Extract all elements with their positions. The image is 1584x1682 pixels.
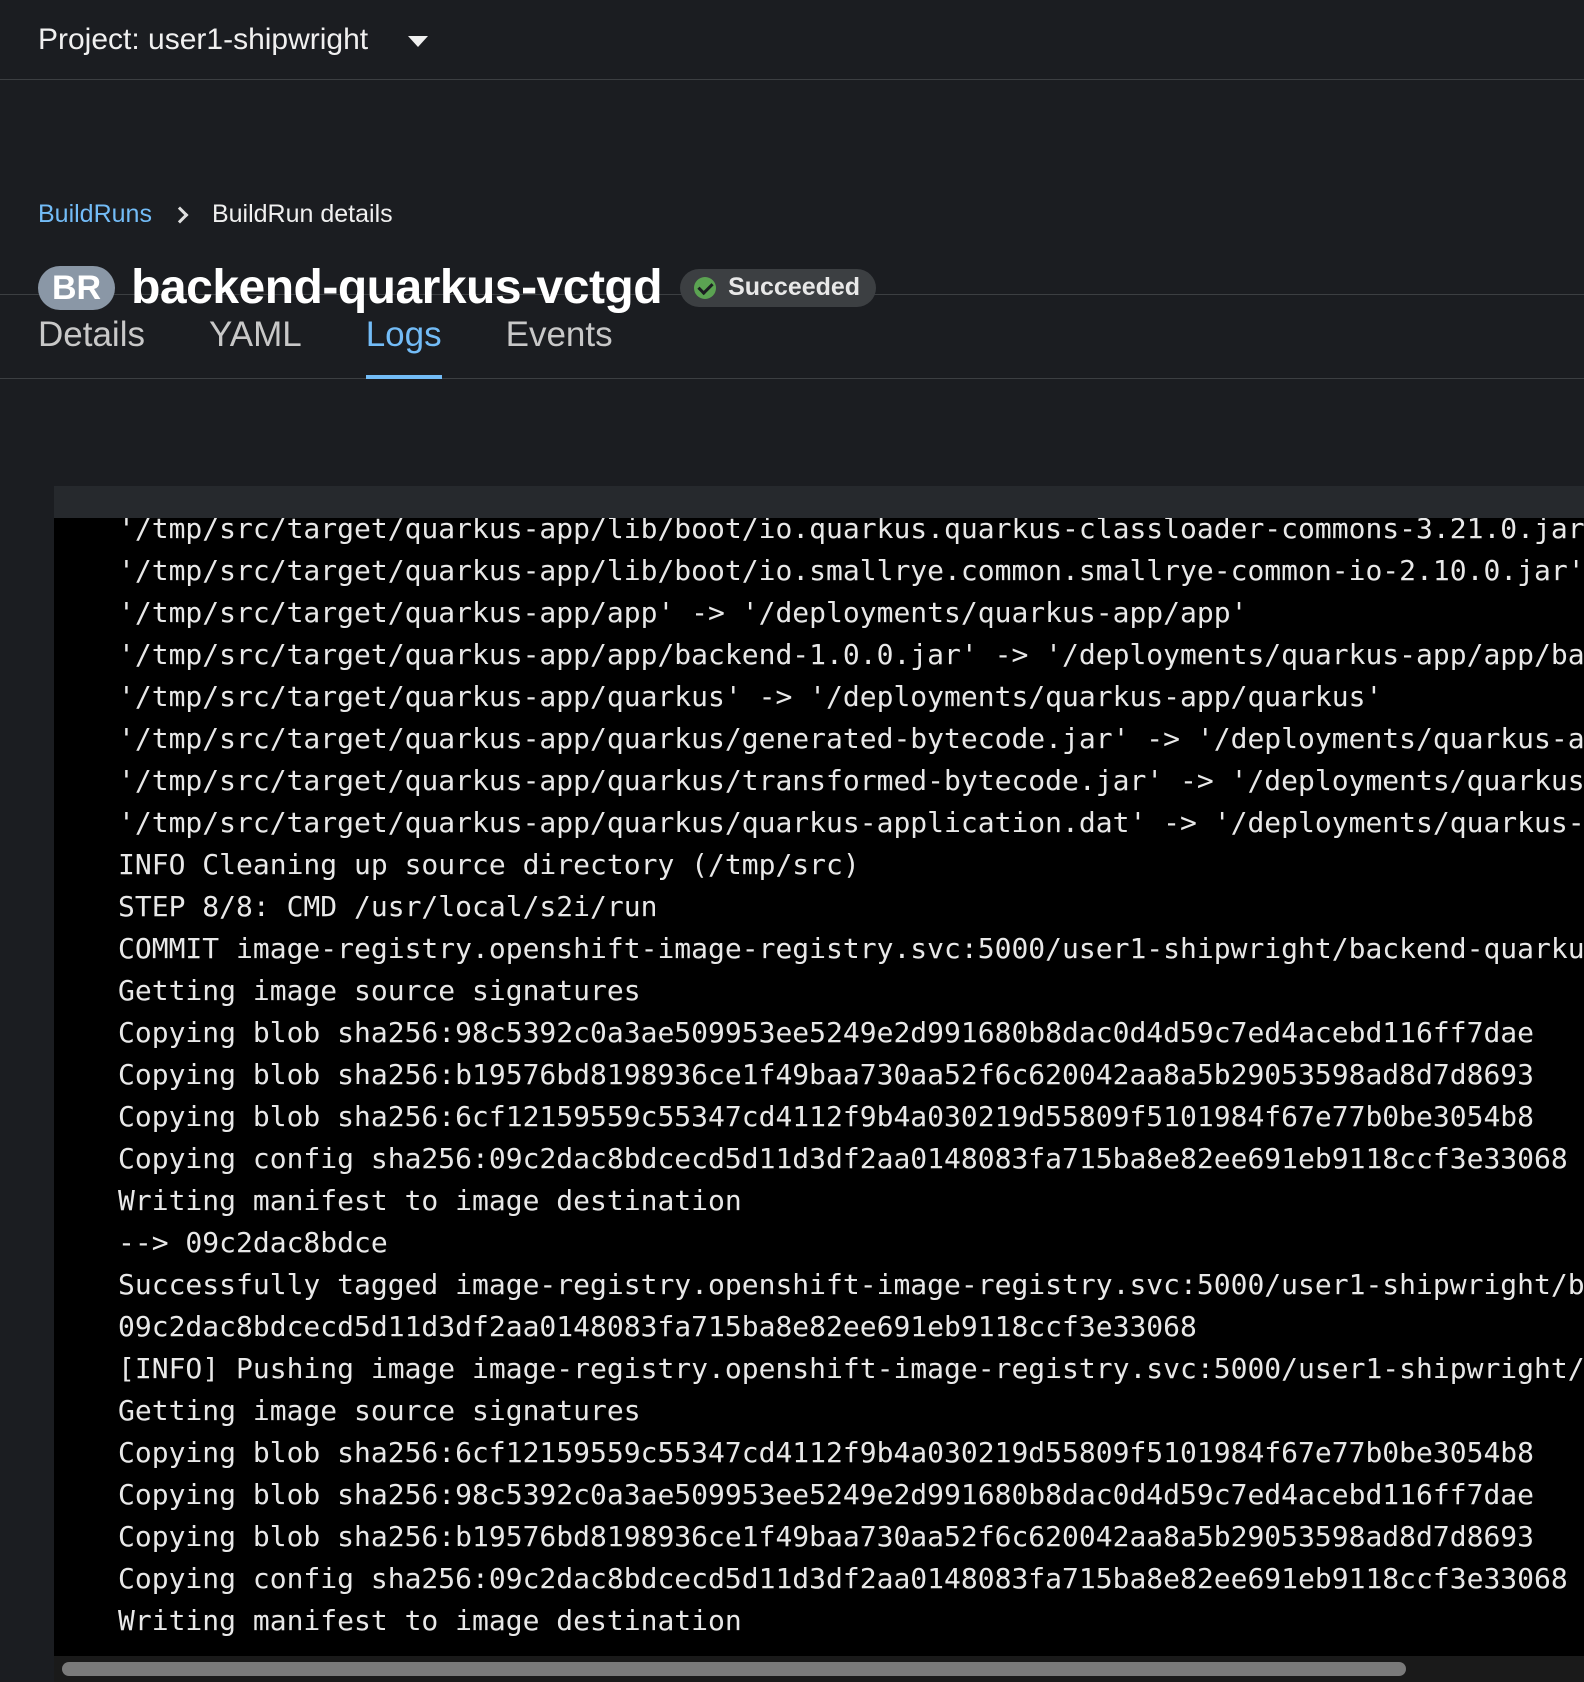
project-selector-label: Project: user1-shipwright [38, 22, 369, 56]
log-line: Copying blob sha256:98c5392c0a3ae509953e… [118, 1478, 1535, 1511]
log-line: '/tmp/src/target/quarkus-app/lib/boot/io… [118, 554, 1584, 587]
log-line: Getting image source signatures [118, 1394, 641, 1427]
log-line: Copying blob sha256:6cf12159559c55347cd4… [118, 1436, 1535, 1469]
log-line: '/tmp/src/target/quarkus-app/quarkus/tra… [118, 764, 1584, 797]
tab-details[interactable]: Details [38, 295, 145, 378]
title-row: BR backend-quarkus-vctgd Succeeded [38, 260, 877, 315]
log-line: '/tmp/src/target/quarkus-app/app/backend… [118, 638, 1584, 671]
log-line: Copying blob sha256:6cf12159559c55347cd4… [118, 1100, 1535, 1133]
log-toolbar [54, 486, 1584, 518]
breadcrumb-buildruns-link[interactable]: BuildRuns [38, 200, 152, 229]
log-line: --> 09c2dac8bdce [118, 1226, 388, 1259]
breadcrumb-current: BuildRun details [211, 200, 393, 228]
check-circle-icon [694, 276, 717, 299]
project-selector[interactable]: Project: user1-shipwright [0, 0, 1584, 80]
horizontal-scrollbar[interactable] [54, 1656, 1584, 1682]
tab-yaml[interactable]: YAML [209, 295, 302, 378]
log-line: Writing manifest to image destination [118, 1604, 742, 1637]
breadcrumb: BuildRuns BuildRun details [38, 200, 393, 229]
log-line: Copying config sha256:09c2dac8bdcecd5d11… [118, 1562, 1568, 1595]
log-line: Copying blob sha256:b19576bd8198936ce1f4… [118, 1058, 1535, 1091]
log-line: 09c2dac8bdcecd5d11d3df2aa0148083fa715ba8… [118, 1310, 1197, 1343]
log-line: '/tmp/src/target/quarkus-app/quarkus' ->… [118, 680, 1383, 713]
log-output[interactable]: '/tmp/src/target/quarkus-app/lib/boot/io… [54, 518, 1584, 1656]
log-line: Copying blob sha256:98c5392c0a3ae509953e… [118, 1016, 1535, 1049]
log-line: [INFO] Pushing image image-registry.open… [118, 1352, 1584, 1385]
log-line: Getting image source signatures [118, 974, 641, 1007]
log-line: STEP 8/8: CMD /usr/local/s2i/run [118, 890, 658, 923]
status-label: Succeeded [728, 273, 861, 301]
status-badge: Succeeded [680, 268, 877, 307]
log-line: INFO Cleaning up source directory (/tmp/… [118, 848, 860, 881]
log-line: '/tmp/src/target/quarkus-app/app' -> '/d… [118, 596, 1248, 629]
log-line: Copying blob sha256:b19576bd8198936ce1f4… [118, 1520, 1535, 1553]
tab-logs[interactable]: Logs [365, 295, 442, 379]
caret-down-icon[interactable] [408, 35, 429, 47]
log-line: Successfully tagged image-registry.opens… [118, 1268, 1584, 1301]
log-line: '/tmp/src/target/quarkus-app/lib/boot/io… [118, 518, 1584, 545]
log-line: '/tmp/src/target/quarkus-app/quarkus/gen… [118, 722, 1584, 755]
log-viewer: '/tmp/src/target/quarkus-app/lib/boot/io… [54, 486, 1584, 1682]
log-line: Writing manifest to image destination [118, 1184, 742, 1217]
log-line: Copying config sha256:09c2dac8bdcecd5d11… [118, 1142, 1568, 1175]
scrollbar-thumb[interactable] [62, 1662, 1406, 1676]
log-line: '/tmp/src/target/quarkus-app/quarkus/qua… [118, 806, 1584, 839]
log-line: COMMIT image-registry.openshift-image-re… [118, 932, 1584, 965]
chevron-right-icon [171, 206, 189, 223]
tab-events[interactable]: Events [506, 295, 613, 378]
page-header: BuildRuns BuildRun details BR backend-qu… [0, 80, 1584, 314]
